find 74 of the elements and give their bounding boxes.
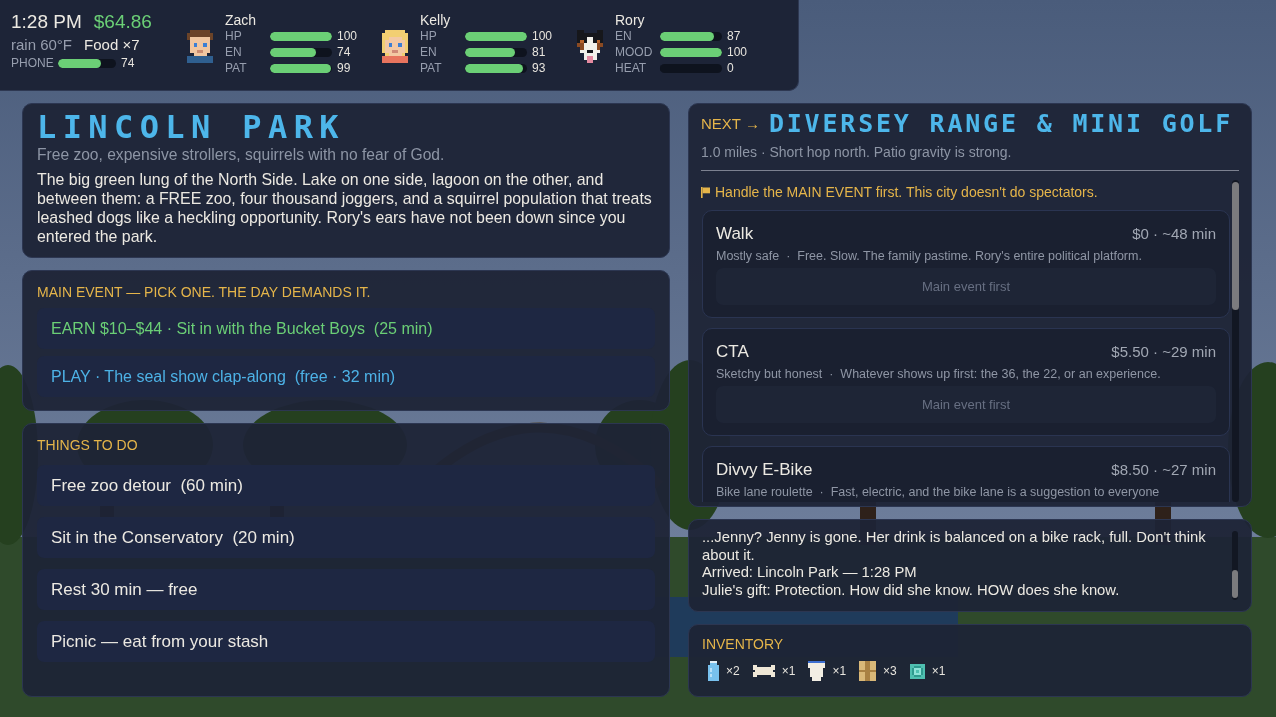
route-cost: $0 · ~48 min (1132, 224, 1216, 244)
log-line: Arrived: Lincoln Park — 1:28 PM (702, 564, 918, 582)
character-name: Zach (225, 12, 258, 28)
main-event-option[interactable]: PLAY · The seal show clap-along (free · 32 min) (37, 356, 655, 397)
activity-option[interactable]: Sit in the Conservatory (20 min) (37, 517, 655, 558)
stat-value: 0 (727, 61, 734, 75)
girl-avatar-icon (382, 30, 408, 63)
activity-option[interactable]: Picnic — eat from your stash (37, 621, 655, 662)
stat-label: HP (225, 29, 243, 43)
stat-label: HP (420, 29, 438, 43)
location-tagline: Free zoo, expensive strollers, squirrels with no fear of God. (37, 145, 446, 164)
weather-text: rain 60°F (11, 35, 73, 55)
section-heading: THINGS TO DO (37, 436, 139, 454)
scrollbar[interactable] (1232, 531, 1238, 600)
item-count: ×2 (726, 664, 740, 678)
stat-value: 87 (727, 29, 741, 43)
stat-label: PAT (225, 61, 248, 75)
ring-tile-icon (909, 663, 925, 679)
notice-text: Handle the MAIN EVENT first. This city doesn't do spectators. (715, 183, 1098, 201)
clock-time: 1:28 PM (11, 10, 82, 34)
route-cost: $5.50 · ~29 min (1111, 342, 1216, 362)
money-amount: $64.86 (93, 10, 152, 34)
stat-label: PHONE (11, 55, 55, 71)
next-label: NEXT → (701, 114, 760, 134)
bone-icon (752, 665, 775, 677)
stat-label: MOOD (615, 45, 654, 59)
stat-value: 93 (532, 61, 546, 75)
stat-label: EN (615, 29, 633, 43)
location-title: LINCOLN PARK (37, 109, 346, 145)
stat-value: 100 (532, 29, 553, 43)
cup-icon (808, 661, 826, 681)
scrollbar[interactable] (1232, 180, 1239, 502)
boy-avatar-icon (187, 30, 213, 63)
stat-value: 100 (337, 29, 358, 43)
stat-label: EN (225, 45, 243, 59)
item-count: ×3 (883, 664, 897, 678)
route-cost: $8.50 · ~27 min (1111, 460, 1216, 480)
character-name: Kelly (420, 12, 452, 28)
log-line: Julie's gift: Protection. How did she know. HOW does she know. (702, 581, 1121, 599)
stat-value: 74 (121, 55, 135, 71)
route-detail: Mostly safe · Free. Slow. The family pastime. Rory's entire political platform. (716, 248, 1143, 264)
location-description: The big green lung of the North Side. Lake on one side, lagoon on the other, and between them: a FREE zoo, four thousand joggers, and a squirrel population that treats leashed dogs like a heckling opportunity. Rory's ears have not been down since you entered the park. (37, 170, 653, 246)
route-name: CTA (716, 341, 749, 363)
trip-summary: 1.0 miles · Short hop north. Patio gravity is strong. (701, 143, 1013, 161)
food-count: Food ×7 (84, 35, 140, 55)
stat-value: 100 (727, 45, 748, 59)
stat-value: 74 (337, 45, 351, 59)
scrollbar-thumb[interactable] (1232, 570, 1238, 598)
character-name: Rory (615, 12, 646, 28)
destination-title: DIVERSEY RANGE & MINI GOLF (768, 109, 1234, 139)
stat-label: PAT (420, 61, 443, 75)
section-heading: MAIN EVENT — PICK ONE. THE DAY DEMANDS IT. (37, 283, 372, 301)
bottle-icon (708, 661, 719, 681)
route-detail: Sketchy but honest · Whatever shows up first: the 36, the 22, or an experience. (716, 366, 1162, 382)
route-name: Divvy E-Bike (716, 459, 813, 481)
box-icon (859, 661, 877, 681)
stat-label: EN (420, 45, 438, 59)
route-detail: Bike lane roulette · Fast, electric, and the bike lane is a suggestion to everyone (716, 484, 1161, 500)
stat-bar (660, 63, 722, 73)
main-event-option[interactable]: EARN $10–$44 · Sit in with the Bucket Boys (25 min) (37, 308, 655, 349)
route-name: Walk (716, 223, 754, 245)
item-count: ×1 (832, 664, 847, 678)
item-count: ×1 (781, 664, 796, 678)
activity-option[interactable]: Rest 30 min — free (37, 569, 655, 610)
log-line: ...Jenny? Jenny is gone. Her drink is balanced on a bike rack, full. Don't think about it. (702, 529, 1207, 564)
scrollbar-thumb[interactable] (1232, 182, 1239, 310)
section-heading: INVENTORY (702, 635, 785, 653)
stat-value: 99 (337, 61, 351, 75)
item-count: ×1 (931, 664, 946, 678)
flag-icon (701, 186, 710, 198)
stat-label: HEAT (615, 61, 648, 75)
activity-option[interactable]: Free zoo detour (60 min) (37, 465, 655, 506)
dog-avatar-icon (577, 30, 603, 63)
stat-value: 81 (532, 45, 546, 59)
